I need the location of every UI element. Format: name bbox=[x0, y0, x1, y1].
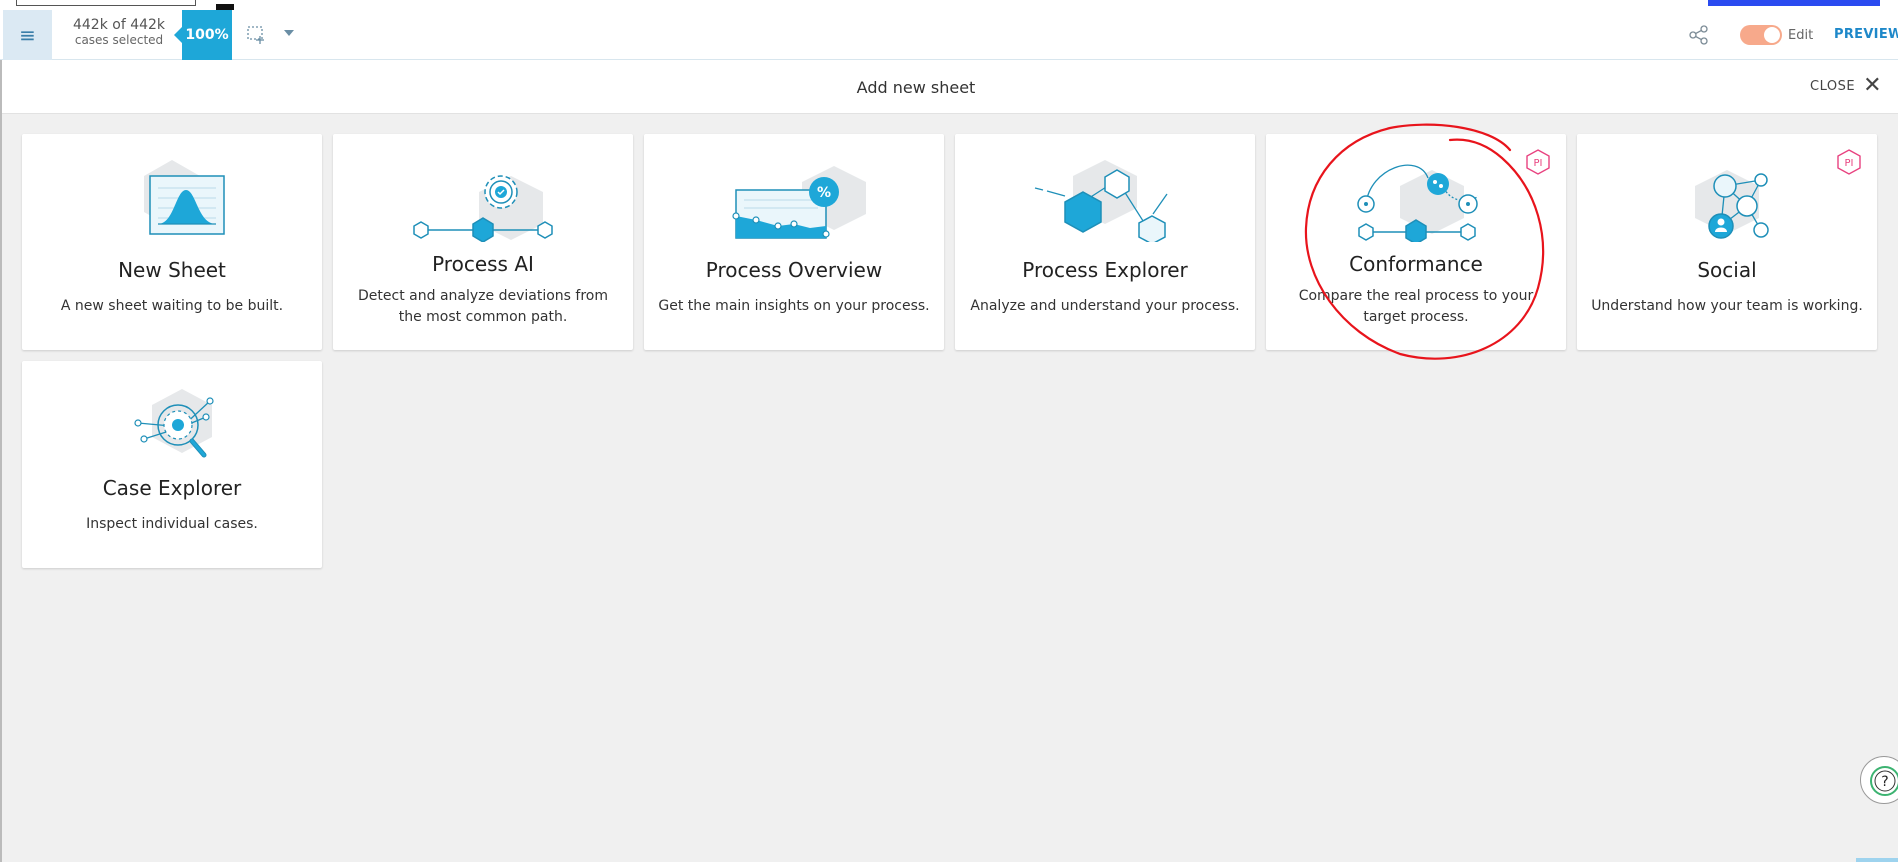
card-description: Understand how your team is working. bbox=[1591, 298, 1863, 314]
dialog-title: Add new sheet bbox=[856, 78, 976, 97]
card-process-ai[interactable]: Process AI Detect and analyze deviations… bbox=[333, 134, 633, 350]
toolbar: ≡ 442k of 442k cases selected 100% Edit … bbox=[0, 10, 1898, 60]
card-title: Process Explorer bbox=[1022, 258, 1188, 282]
top-strip bbox=[0, 0, 1898, 10]
svg-text:%: % bbox=[817, 185, 831, 201]
conformance-illustration bbox=[1357, 164, 1479, 242]
preview-button[interactable]: PREVIEW bbox=[1834, 27, 1898, 42]
social-illustration bbox=[1695, 170, 1769, 239]
process-ai-illustration bbox=[413, 175, 553, 242]
card-title: Case Explorer bbox=[102, 476, 242, 500]
edit-toggle[interactable] bbox=[1740, 25, 1782, 45]
card-title: Conformance bbox=[1349, 252, 1483, 276]
case-explorer-illustration bbox=[134, 389, 214, 458]
new-sheet-illustration bbox=[144, 160, 225, 235]
card-description: A new sheet waiting to be built. bbox=[60, 298, 284, 314]
pi-badge-icon: PI bbox=[1526, 149, 1550, 175]
card-new-sheet[interactable]: New Sheet A new sheet waiting to be buil… bbox=[22, 134, 322, 350]
card-case-explorer[interactable]: Case Explorer Inspect individual cases. bbox=[22, 361, 322, 568]
top-blue-button[interactable] bbox=[1708, 0, 1880, 6]
dialog-header: Add new sheet CLOSE ✕ bbox=[0, 60, 1898, 114]
toggle-knob bbox=[1764, 27, 1780, 43]
close-label: CLOSE bbox=[1810, 78, 1856, 94]
card-social[interactable]: PI Social Understand how your team is wo… bbox=[1577, 134, 1877, 350]
card-conformance[interactable]: PI Conformance Compare the real process … bbox=[1266, 134, 1566, 350]
share-icon[interactable] bbox=[1688, 24, 1710, 46]
card-description: Analyze and understand your process. bbox=[970, 298, 1240, 314]
card-title: Process AI bbox=[432, 252, 534, 276]
help-button[interactable]: ? bbox=[1860, 756, 1898, 804]
cases-label: cases selected bbox=[74, 33, 164, 47]
selection-add-icon[interactable] bbox=[246, 24, 268, 46]
card-title: Social bbox=[1697, 258, 1757, 282]
card-description: Compare the real process to your target … bbox=[1298, 288, 1534, 325]
left-border bbox=[0, 60, 2, 862]
top-left-frame bbox=[16, 0, 196, 6]
selection-percent-badge: 100% bbox=[174, 10, 232, 60]
card-description: Inspect individual cases. bbox=[86, 516, 258, 532]
close-icon: ✕ bbox=[1863, 73, 1882, 98]
cases-selection-summary: 442k of 442k cases selected bbox=[54, 18, 184, 46]
close-button[interactable]: CLOSE ✕ bbox=[1810, 73, 1882, 98]
svg-text:PI: PI bbox=[1534, 158, 1543, 169]
process-overview-illustration: % bbox=[732, 166, 866, 239]
card-process-overview[interactable]: % Process Overview Get the main insights… bbox=[644, 134, 944, 350]
process-explorer-illustration bbox=[1034, 160, 1168, 242]
help-icon: ? bbox=[1870, 766, 1898, 796]
menu-button[interactable]: ≡ bbox=[3, 10, 52, 60]
card-description: Get the main insights on your process. bbox=[658, 298, 930, 314]
card-title: Process Overview bbox=[705, 258, 883, 282]
svg-text:PI: PI bbox=[1845, 158, 1854, 169]
cases-count: 442k of 442k bbox=[72, 17, 166, 33]
pi-badge-icon: PI bbox=[1837, 149, 1861, 175]
card-title: New Sheet bbox=[118, 258, 226, 282]
edit-label: Edit bbox=[1788, 28, 1814, 43]
card-process-explorer[interactable]: Process Explorer Analyze and understand … bbox=[955, 134, 1255, 350]
svg-text:?: ? bbox=[1881, 774, 1888, 790]
chevron-down-icon[interactable] bbox=[284, 30, 294, 36]
bottom-accent bbox=[1856, 858, 1898, 862]
hamburger-icon: ≡ bbox=[19, 23, 36, 47]
card-description: Detect and analyze deviations from the m… bbox=[358, 288, 608, 325]
